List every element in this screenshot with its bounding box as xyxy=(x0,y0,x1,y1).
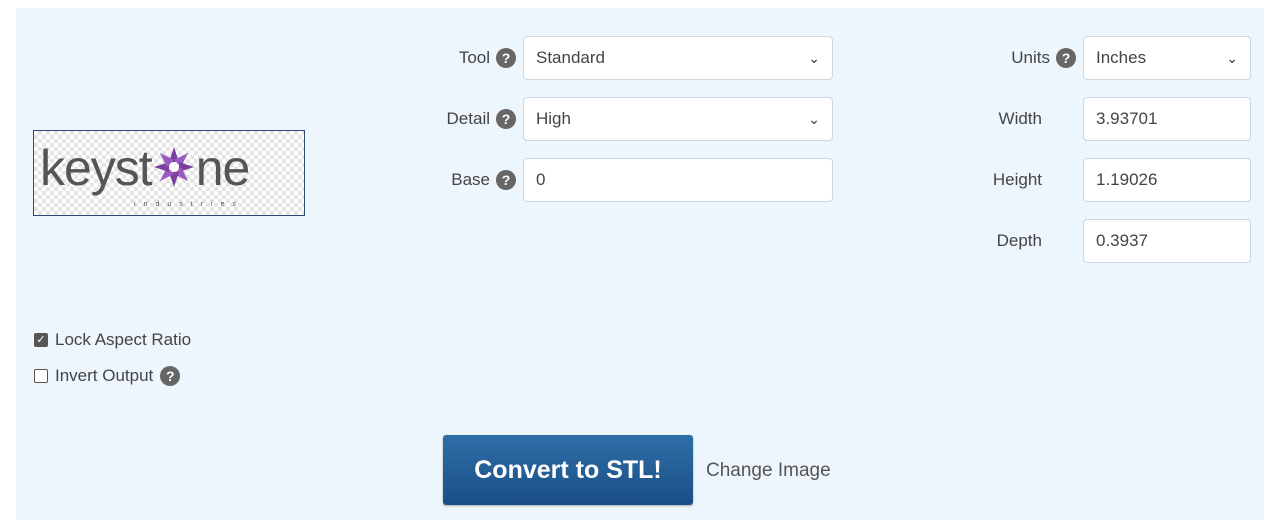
lock-aspect-ratio-label: Lock Aspect Ratio xyxy=(55,330,192,349)
depth-input-value: 0.3937 xyxy=(1096,231,1148,250)
change-image-link[interactable]: Change Image xyxy=(706,460,831,482)
detail-help-icon[interactable]: ? xyxy=(496,109,516,129)
base-help-icon[interactable]: ? xyxy=(496,170,516,190)
base-label: Base xyxy=(451,170,490,189)
chevron-down-icon: ⌄ xyxy=(808,49,820,66)
chevron-down-icon: ⌄ xyxy=(1226,49,1238,66)
depth-input[interactable]: 0.3937 xyxy=(1083,219,1251,263)
chevron-down-icon: ⌄ xyxy=(808,110,820,127)
tool-label-row: Tool ? xyxy=(396,35,516,81)
width-label: Width xyxy=(998,109,1042,128)
logo-subtitle: industries xyxy=(134,201,244,208)
tool-label: Tool xyxy=(458,48,490,67)
depth-label-row: Depth xyxy=(946,218,1042,264)
tool-select[interactable]: Standard ⌄ xyxy=(523,36,833,80)
units-help-icon[interactable]: ? xyxy=(1056,48,1076,68)
converter-panel: keyst ne industries Tool ? Standard ⌄ De… xyxy=(16,8,1264,520)
base-input[interactable]: 0 xyxy=(523,158,833,202)
height-input[interactable]: 1.19026 xyxy=(1083,158,1251,202)
width-input[interactable]: 3.93701 xyxy=(1083,97,1251,141)
units-select-value: Inches xyxy=(1096,48,1147,67)
invert-output-option[interactable]: Invert Output ? xyxy=(34,366,181,386)
width-input-value: 3.93701 xyxy=(1096,109,1158,128)
invert-output-help-icon[interactable]: ? xyxy=(160,366,181,386)
lock-aspect-ratio-option[interactable]: ✓ Lock Aspect Ratio xyxy=(34,330,191,350)
base-input-value: 0 xyxy=(536,170,546,189)
lock-aspect-ratio-checkbox[interactable]: ✓ xyxy=(34,333,48,347)
image-preview: keyst ne industries xyxy=(33,130,305,216)
logo-word-start: keyst xyxy=(40,140,153,196)
height-input-value: 1.19026 xyxy=(1096,170,1158,189)
logo-word-end: ne xyxy=(195,140,251,196)
width-label-row: Width xyxy=(946,96,1042,142)
units-label: Units xyxy=(1011,48,1050,67)
detail-label: Detail xyxy=(446,109,490,128)
detail-label-row: Detail ? xyxy=(396,96,516,142)
tool-help-icon[interactable]: ? xyxy=(496,48,516,68)
logo-wordmark: keyst ne xyxy=(40,140,251,197)
logo-star-icon xyxy=(152,145,196,197)
convert-to-stl-button[interactable]: Convert to STL! xyxy=(443,435,693,505)
units-select[interactable]: Inches ⌄ xyxy=(1083,36,1251,80)
units-label-row: Units ? xyxy=(946,35,1076,81)
height-label: Height xyxy=(992,170,1042,189)
depth-label: Depth xyxy=(996,231,1042,250)
base-label-row: Base ? xyxy=(396,157,516,203)
invert-output-label: Invert Output xyxy=(55,366,154,385)
detail-select[interactable]: High ⌄ xyxy=(523,97,833,141)
tool-select-value: Standard xyxy=(536,48,605,67)
height-label-row: Height xyxy=(946,157,1042,203)
detail-select-value: High xyxy=(536,109,571,128)
invert-output-checkbox[interactable] xyxy=(34,369,48,383)
